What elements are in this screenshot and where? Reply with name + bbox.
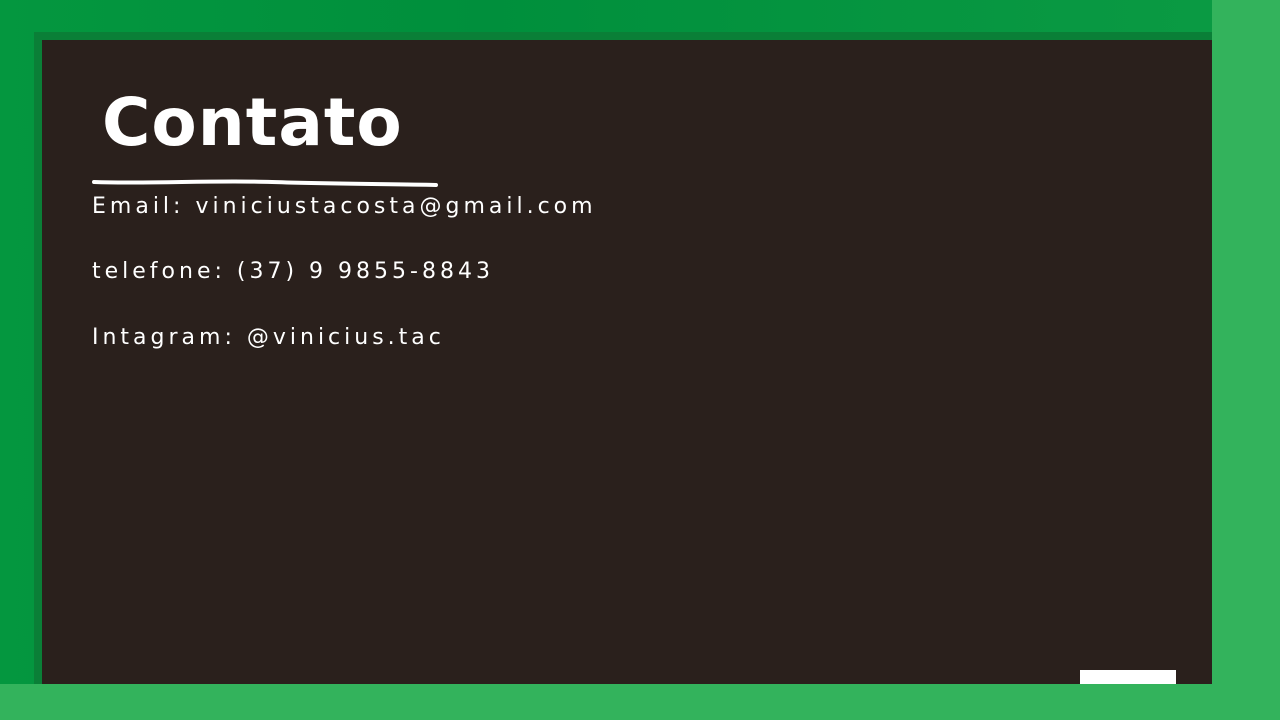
contact-phone: telefone: (37) 9 9855-8843 [92,259,494,284]
title-underline [92,179,438,187]
contact-email: Email: viniciustacosta@gmail.com [92,194,597,219]
board-chalk-tray [32,684,1280,720]
page-title: Contato [102,84,403,161]
contact-instagram: Intagram: @vinicius.tac [92,325,445,350]
chalk-piece [1080,670,1176,684]
board-frame-right-ledge [1212,0,1280,720]
chalkboard-slide: Contato Email: viniciustacosta@gmail.com… [0,0,1280,720]
